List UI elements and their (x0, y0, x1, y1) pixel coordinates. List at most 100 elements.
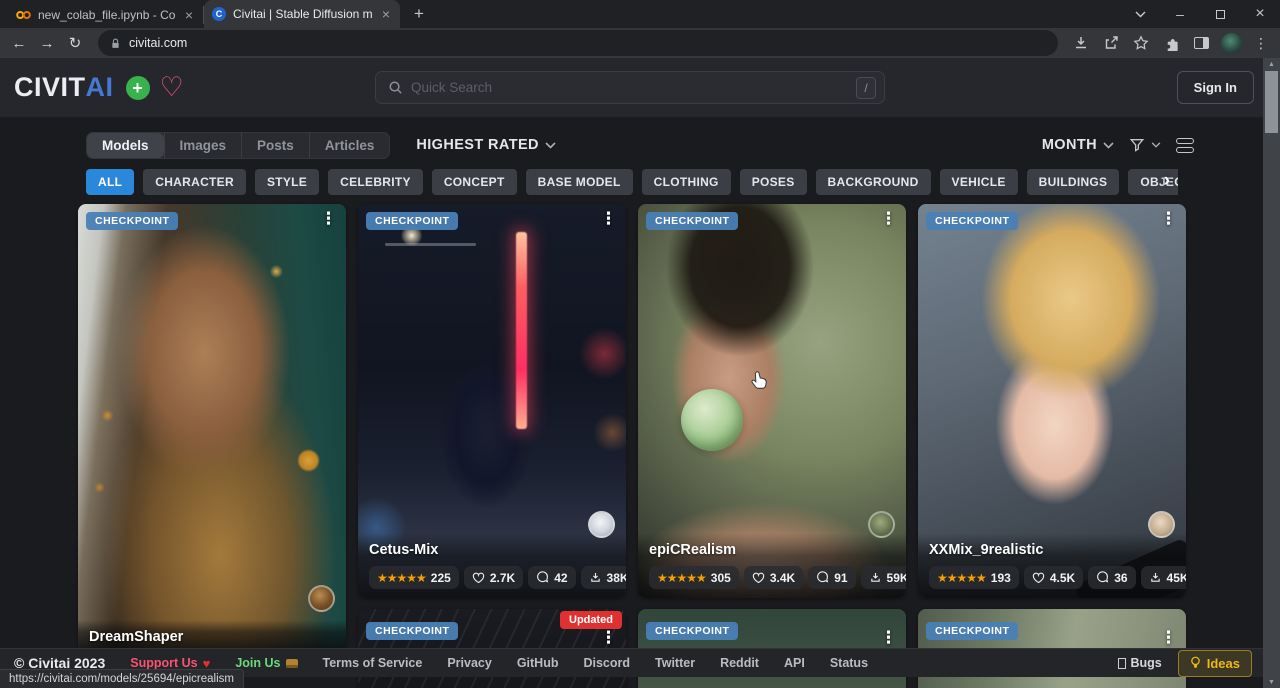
footer-link[interactable]: Twitter (655, 656, 695, 670)
category-chip[interactable]: BUILDINGS (1027, 169, 1120, 195)
creator-avatar[interactable] (1148, 511, 1175, 538)
category-chip[interactable]: CELEBRITY (328, 169, 423, 195)
share-icon[interactable] (1098, 30, 1124, 56)
content-type-tab[interactable]: Images (164, 133, 242, 158)
creator-avatar[interactable] (588, 511, 615, 538)
footer-link[interactable]: Privacy (447, 656, 491, 670)
civitai-logo[interactable]: CIVITAI (14, 72, 114, 103)
side-panel-glyph (1194, 37, 1209, 49)
back-button[interactable]: ← (6, 30, 32, 56)
card-menu-kebab-icon[interactable]: ⋮ (600, 210, 617, 229)
grid-column: CHECKPOINT ⋮ epiCRealism ★★★★★305 3.4K 9… (638, 204, 906, 688)
chips-scroll-right-icon[interactable]: › (1164, 170, 1170, 192)
footer-link[interactable]: Reddit (720, 656, 759, 670)
period-dropdown[interactable]: MONTH (1042, 137, 1114, 153)
card-footer: Cetus-Mix ★★★★★225 2.7K 42 38K (358, 533, 626, 598)
card-menu-kebab-icon[interactable]: ⋮ (600, 629, 617, 648)
chevron-down-icon (1103, 142, 1114, 149)
content-type-tab[interactable]: Models (87, 133, 164, 158)
content-type-tab[interactable]: Posts (241, 133, 309, 158)
tab-search-chevron-icon[interactable] (1120, 0, 1160, 28)
footer-link-join-us[interactable]: Join Us (235, 656, 297, 670)
card-menu-kebab-icon[interactable]: ⋮ (880, 210, 897, 229)
window-close-button[interactable]: × (1240, 0, 1280, 28)
footer-link[interactable]: Terms of Service (323, 656, 423, 670)
browser-menu-kebab-icon[interactable]: ⋮ (1248, 30, 1274, 56)
side-panel-icon[interactable] (1188, 30, 1214, 56)
scroll-up-icon[interactable]: ▲ (1263, 58, 1280, 70)
footer-link[interactable]: Status (830, 656, 868, 670)
footer-link[interactable]: API (784, 656, 805, 670)
rating-pill: ★★★★★193 (929, 566, 1019, 589)
model-card-dreamshaper[interactable]: CHECKPOINT ⋮ DreamShaper (78, 204, 346, 654)
card-menu-kebab-icon[interactable]: ⋮ (1160, 210, 1177, 229)
model-card-cetus-mix[interactable]: CHECKPOINT ⋮ Cetus-Mix ★★★★★225 2.7K 42 … (358, 204, 626, 598)
download-page-icon[interactable] (1068, 30, 1094, 56)
window-maximize-button[interactable] (1200, 0, 1240, 28)
bubblegum-shape (681, 389, 743, 451)
category-chip[interactable]: CHARACTER (143, 169, 246, 195)
scrollbar-thumb[interactable] (1265, 71, 1278, 133)
model-type-badge: CHECKPOINT (926, 212, 1018, 230)
support-heart-icon[interactable]: ♡ (160, 74, 184, 101)
period-label: MONTH (1042, 137, 1097, 153)
extensions-puzzle-icon[interactable] (1158, 30, 1184, 56)
tab-close-icon[interactable]: × (183, 7, 195, 23)
star-rating-icons: ★★★★★ (937, 571, 986, 585)
footer-link[interactable]: Discord (583, 656, 630, 670)
card-menu-kebab-icon[interactable]: ⋮ (1160, 629, 1177, 648)
creator-avatar[interactable] (868, 511, 895, 538)
category-chip[interactable]: POSES (740, 169, 807, 195)
ideas-label: Ideas (1207, 656, 1240, 671)
address-bar[interactable]: civitai.com (98, 30, 1058, 56)
browser-tab-colab[interactable]: new_colab_file.ipynb - Colaborat × (8, 6, 204, 24)
filter-dropdown[interactable] (1129, 137, 1161, 153)
profile-avatar[interactable] (1218, 30, 1244, 56)
model-grid: CHECKPOINT ⋮ DreamShaper CHECKPOINT ⋮ Ce… (78, 204, 1186, 688)
chevron-down-icon (1151, 142, 1161, 148)
quick-search[interactable]: / (375, 71, 885, 104)
category-chip[interactable]: STYLE (255, 169, 319, 195)
card-menu-kebab-icon[interactable]: ⋮ (320, 210, 337, 229)
mouse-cursor (750, 370, 769, 392)
footer-link[interactable]: GitHub (517, 656, 559, 670)
category-chip[interactable]: BACKGROUND (816, 169, 931, 195)
vertical-scrollbar[interactable]: ▲ ▼ (1263, 58, 1280, 688)
comments-count: 91 (834, 571, 847, 585)
ideas-button[interactable]: Ideas (1178, 650, 1252, 677)
category-chip[interactable]: OBJECTS (1128, 169, 1178, 195)
new-tab-button[interactable]: + (408, 4, 430, 24)
tab-close-icon[interactable]: × (380, 6, 392, 22)
heart-icon (1032, 572, 1045, 584)
footer-link-bugs[interactable]: Bugs (1118, 656, 1162, 670)
model-card-epicrealism[interactable]: CHECKPOINT ⋮ epiCRealism ★★★★★305 3.4K 9… (638, 204, 906, 598)
creator-avatar[interactable] (308, 585, 335, 612)
likes-count: 3.4K (770, 571, 795, 585)
bookmark-star-icon[interactable] (1128, 30, 1154, 56)
category-chip[interactable]: CONCEPT (432, 169, 517, 195)
card-size-toggle-icon[interactable] (1176, 138, 1194, 153)
category-chip[interactable]: BASE MODEL (526, 169, 633, 195)
content-type-tab[interactable]: Articles (309, 133, 390, 158)
category-chip[interactable]: ALL (86, 169, 134, 195)
sort-dropdown[interactable]: HIGHEST RATED (416, 137, 556, 153)
search-input[interactable] (411, 80, 848, 95)
toolbar-icons: ⋮ (1068, 30, 1274, 56)
reload-button[interactable]: ↻ (62, 30, 88, 56)
likes-count: 2.7K (490, 571, 515, 585)
card-menu-kebab-icon[interactable]: ⋮ (880, 629, 897, 648)
toggle-bar (1176, 147, 1194, 153)
bug-icon (1118, 658, 1126, 669)
category-chip[interactable]: VEHICLE (940, 169, 1018, 195)
sign-in-button[interactable]: Sign In (1177, 71, 1254, 104)
site-header: CIVITAI + ♡ / Sign In (0, 58, 1280, 118)
category-chip[interactable]: CLOTHING (642, 169, 731, 195)
scroll-down-icon[interactable]: ▼ (1263, 676, 1280, 688)
create-plus-button[interactable]: + (126, 76, 150, 100)
forward-button[interactable]: → (34, 30, 60, 56)
browser-tab-civitai[interactable]: C Civitai | Stable Diffusion models, × (204, 0, 400, 28)
card-footer: epiCRealism ★★★★★305 3.4K 91 59K (638, 533, 906, 598)
model-title: XXMix_9realistic (929, 542, 1175, 558)
window-minimize-button[interactable]: – (1160, 0, 1200, 28)
model-card-xxmix[interactable]: CHECKPOINT ⋮ XXMix_9realistic ★★★★★193 4… (918, 204, 1186, 598)
